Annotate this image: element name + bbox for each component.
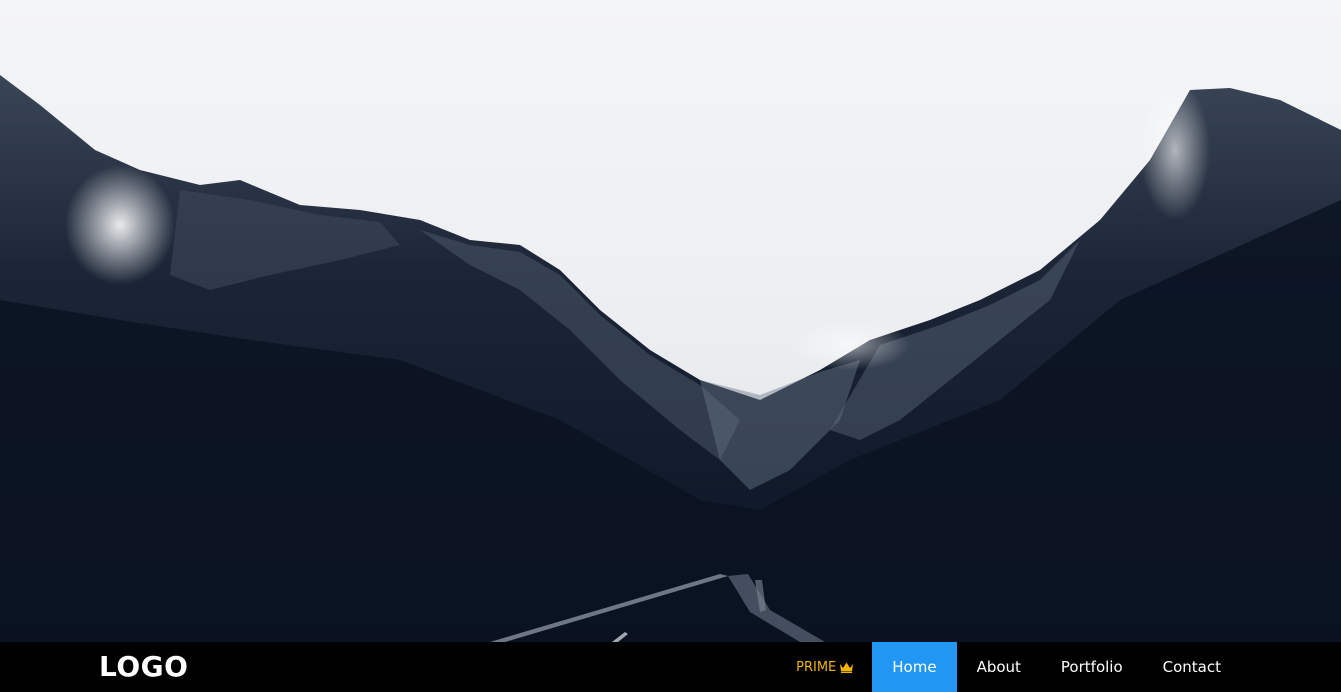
mountain-landscape xyxy=(0,0,1341,642)
nav-menu: PRIME Home About Portfolio Contact xyxy=(776,642,1241,692)
crown-icon xyxy=(840,662,854,673)
page: LOGO PRIME Home About Portfolio Contact xyxy=(0,0,1341,692)
hero-image xyxy=(0,0,1341,642)
prime-link[interactable]: PRIME xyxy=(776,642,872,692)
nav-about[interactable]: About xyxy=(957,642,1041,692)
logo[interactable]: LOGO xyxy=(99,650,188,684)
prime-label: PRIME xyxy=(796,659,837,675)
nav-contact[interactable]: Contact xyxy=(1143,642,1241,692)
navbar: LOGO PRIME Home About Portfolio Contact xyxy=(0,642,1341,692)
nav-portfolio[interactable]: Portfolio xyxy=(1041,642,1143,692)
nav-home[interactable]: Home xyxy=(872,642,957,692)
